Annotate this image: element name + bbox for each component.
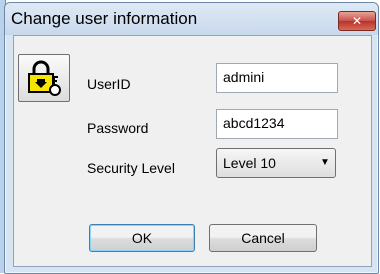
- window-title: Change user information: [11, 9, 198, 28]
- password-input[interactable]: abcd1234: [216, 109, 338, 139]
- password-label: Password: [87, 120, 149, 136]
- ok-button[interactable]: OK: [89, 224, 195, 252]
- userid-input[interactable]: admini: [216, 63, 338, 93]
- security-level-select[interactable]: Level 10 ▼: [216, 148, 336, 178]
- lock-key-icon: [28, 60, 61, 96]
- cancel-button[interactable]: Cancel: [209, 224, 317, 252]
- title-bar[interactable]: Change user information ✕: [5, 3, 378, 35]
- user-key-button[interactable]: [18, 54, 70, 102]
- userid-label: UserID: [87, 76, 131, 92]
- security-level-value: Level 10: [223, 155, 276, 171]
- change-user-dialog: Change user information ✕ UserID admini …: [4, 2, 379, 274]
- chevron-down-icon: ▼: [320, 157, 330, 168]
- security-level-label: Security Level: [87, 160, 175, 176]
- close-button[interactable]: ✕: [338, 11, 376, 31]
- dialog-body: UserID admini Password abcd1234 Security…: [13, 35, 372, 267]
